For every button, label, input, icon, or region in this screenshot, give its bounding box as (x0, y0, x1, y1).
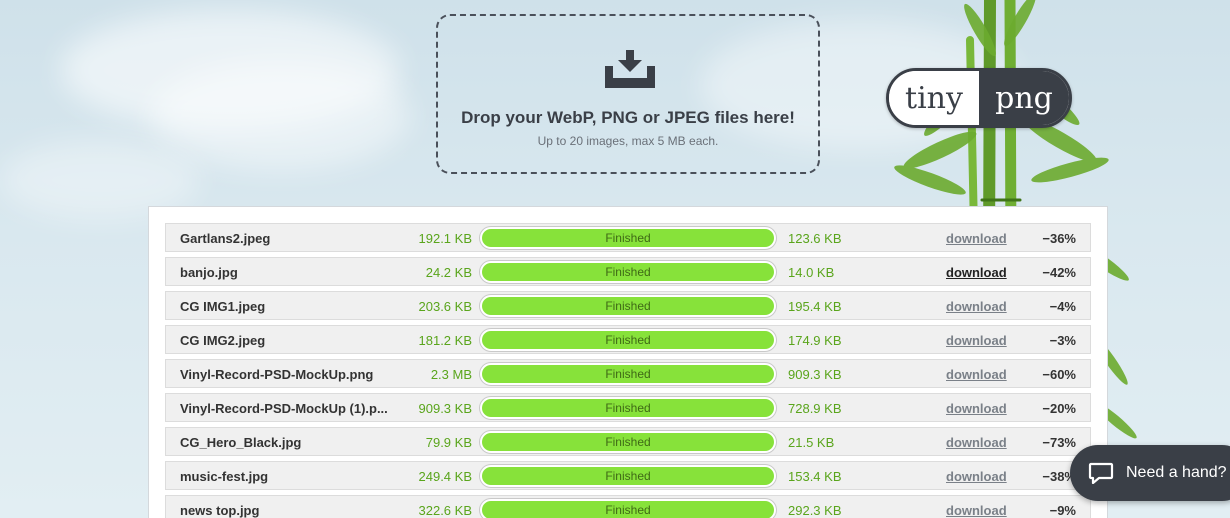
original-size: 203.6 KB (418, 299, 473, 314)
download-link[interactable]: download (946, 435, 1026, 450)
background-cloud (150, 60, 410, 170)
file-name: CG IMG1.jpeg (180, 299, 266, 314)
chat-bubble-icon (1088, 462, 1114, 484)
saving-percent: −3% (1049, 333, 1076, 348)
compressed-size: 909.3 KB (788, 367, 842, 382)
file-name: CG_Hero_Black.jpg (180, 435, 302, 450)
table-row: CG IMG1.jpeg 203.6 KB Finished 195.4 KB … (165, 291, 1091, 320)
dropzone-title: Drop your WebP, PNG or JPEG files here! (461, 108, 795, 127)
download-link[interactable]: download (946, 299, 1026, 314)
original-size: 2.3 MB (430, 367, 472, 382)
download-tray-icon (605, 50, 655, 88)
table-row: Vinyl-Record-PSD-MockUp (1).p... 909.3 K… (165, 393, 1091, 422)
saving-percent: −36% (1042, 231, 1076, 246)
progress-bar: Finished (480, 363, 776, 385)
download-link[interactable]: download (946, 231, 1026, 246)
download-link[interactable]: download (946, 503, 1026, 518)
original-size: 322.6 KB (418, 503, 473, 518)
help-chat-button[interactable]: Need a hand? (1070, 445, 1230, 501)
progress-bar: Finished (480, 499, 776, 518)
download-link[interactable]: download (946, 333, 1026, 348)
file-name: music-fest.jpg (180, 469, 269, 484)
table-row: news top.jpg 322.6 KB Finished 292.3 KB … (165, 495, 1091, 518)
logo-png-text: png (979, 71, 1069, 125)
original-size: 192.1 KB (418, 231, 473, 246)
table-row: CG_Hero_Black.jpg 79.9 KB Finished 21.5 … (165, 427, 1091, 456)
compressed-size: 728.9 KB (788, 401, 842, 416)
progress-bar: Finished (480, 397, 776, 419)
download-link[interactable]: download (946, 401, 1026, 416)
chat-label: Need a hand? (1126, 464, 1227, 481)
saving-percent: −42% (1042, 265, 1076, 280)
download-link[interactable]: download (946, 367, 1026, 382)
saving-percent: −60% (1042, 367, 1076, 382)
saving-percent: −20% (1042, 401, 1076, 416)
file-name: CG IMG2.jpeg (180, 333, 266, 348)
original-size: 24.2 KB (425, 265, 472, 280)
table-row: Vinyl-Record-PSD-MockUp.png 2.3 MB Finis… (165, 359, 1091, 388)
compressed-size: 195.4 KB (788, 299, 842, 314)
saving-percent: −73% (1042, 435, 1076, 450)
compressed-size: 123.6 KB (788, 231, 842, 246)
download-link[interactable]: download (946, 265, 1026, 280)
table-row: banjo.jpg 24.2 KB Finished 14.0 KB downl… (165, 257, 1091, 286)
table-row: music-fest.jpg 249.4 KB Finished 153.4 K… (165, 461, 1091, 490)
compressed-size: 21.5 KB (788, 435, 835, 450)
compressed-size: 174.9 KB (788, 333, 842, 348)
file-name: news top.jpg (180, 503, 260, 518)
progress-bar: Finished (480, 465, 776, 487)
file-name: Gartlans2.jpeg (180, 231, 271, 246)
progress-bar: Finished (480, 261, 776, 283)
table-row: Gartlans2.jpeg 192.1 KB Finished 123.6 K… (165, 223, 1091, 252)
logo-tiny-text: tiny (889, 71, 979, 125)
progress-bar: Finished (480, 295, 776, 317)
saving-percent: −38% (1042, 469, 1076, 484)
progress-bar: Finished (480, 431, 776, 453)
original-size: 909.3 KB (418, 401, 473, 416)
tinypng-logo[interactable]: tiny png (886, 68, 1072, 128)
compressed-size: 153.4 KB (788, 469, 842, 484)
compressed-size: 14.0 KB (788, 265, 835, 280)
file-name: Vinyl-Record-PSD-MockUp (1).p... (180, 401, 388, 416)
dropzone-subtitle: Up to 20 images, max 5 MB each. (537, 134, 719, 148)
saving-percent: −4% (1049, 299, 1076, 314)
download-link[interactable]: download (946, 469, 1026, 484)
original-size: 79.9 KB (425, 435, 472, 450)
progress-bar: Finished (480, 227, 776, 249)
results-panel: Gartlans2.jpeg 192.1 KB Finished 123.6 K… (148, 206, 1108, 518)
original-size: 249.4 KB (418, 469, 473, 484)
original-size: 181.2 KB (418, 333, 473, 348)
file-name: banjo.jpg (180, 265, 238, 280)
saving-percent: −9% (1049, 503, 1076, 518)
progress-bar: Finished (480, 329, 776, 351)
compressed-size: 292.3 KB (788, 503, 842, 518)
table-row: CG IMG2.jpeg 181.2 KB Finished 174.9 KB … (165, 325, 1091, 354)
file-name: Vinyl-Record-PSD-MockUp.png (180, 367, 374, 382)
file-drop-zone[interactable]: Drop your WebP, PNG or JPEG files here! … (436, 14, 820, 174)
